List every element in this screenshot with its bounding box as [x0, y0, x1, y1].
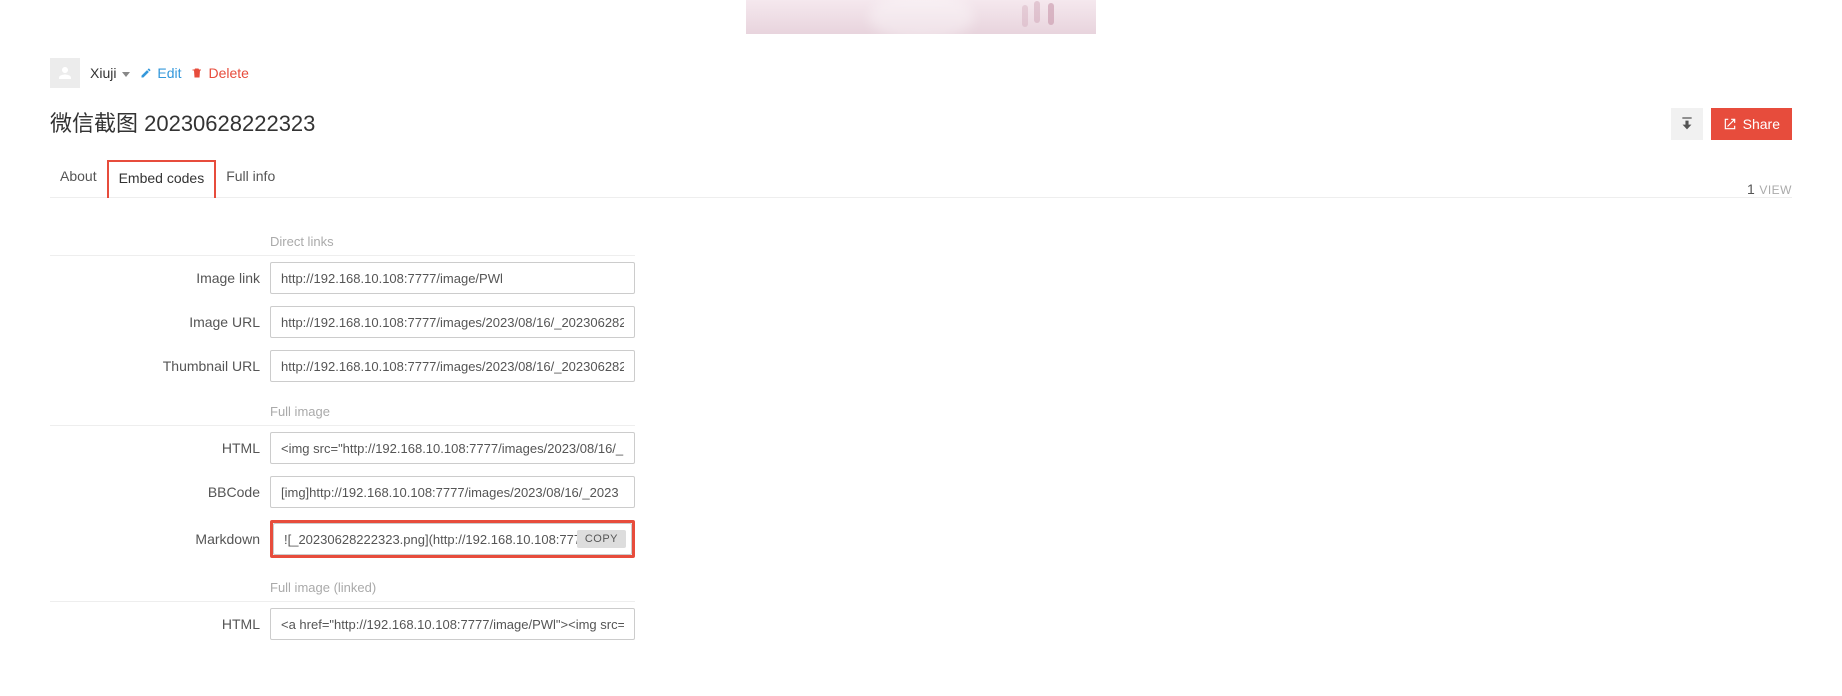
avatar[interactable]	[50, 58, 80, 88]
username-dropdown[interactable]: Xiuji	[90, 65, 130, 81]
download-button[interactable]	[1671, 108, 1703, 140]
tab-embed-codes[interactable]: Embed codes	[107, 160, 217, 198]
page-title: 微信截图 20230628222323	[50, 106, 1792, 138]
label-linked-html: HTML	[50, 616, 260, 632]
label-bbcode: BBCode	[50, 484, 260, 500]
download-icon	[1679, 116, 1695, 132]
trash-icon	[191, 67, 203, 79]
meta-row: Xiuji Edit Delete	[50, 58, 1792, 88]
row-thumbnail-url: Thumbnail URL	[50, 344, 635, 388]
share-label: Share	[1743, 116, 1780, 132]
row-bbcode: BBCode	[50, 470, 635, 514]
embed-area: Direct links Image link Image URL Thumbn…	[50, 228, 635, 646]
tab-full-info[interactable]: Full info	[216, 160, 285, 197]
view-counter: 1 VIEW	[1747, 181, 1792, 197]
edit-label: Edit	[157, 65, 181, 81]
section-full-image-linked: Full image (linked)	[50, 574, 635, 602]
section-direct-links: Direct links	[50, 228, 635, 256]
input-full-html[interactable]	[270, 432, 635, 464]
input-bbcode[interactable]	[270, 476, 635, 508]
view-count: 1	[1747, 181, 1755, 197]
label-image-url: Image URL	[50, 314, 260, 330]
input-image-url[interactable]	[270, 306, 635, 338]
row-image-link: Image link	[50, 256, 635, 300]
username-label: Xiuji	[90, 65, 116, 81]
section-full-image: Full image	[50, 398, 635, 426]
caret-down-icon	[122, 72, 130, 77]
label-thumbnail-url: Thumbnail URL	[50, 358, 260, 374]
label-markdown: Markdown	[50, 531, 260, 547]
label-full-html: HTML	[50, 440, 260, 456]
user-icon	[56, 64, 74, 82]
delete-label: Delete	[208, 65, 248, 81]
tabs-row: About Embed codes Full info 1 VIEW	[50, 160, 1792, 198]
share-icon	[1723, 117, 1737, 131]
row-markdown: Markdown COPY	[50, 514, 635, 564]
label-image-link: Image link	[50, 270, 260, 286]
tabs: About Embed codes Full info	[50, 160, 285, 197]
share-button[interactable]: Share	[1711, 108, 1792, 140]
edit-link[interactable]: Edit	[140, 65, 181, 81]
row-full-html: HTML	[50, 426, 635, 470]
row-image-url: Image URL	[50, 300, 635, 344]
right-actions: Share	[1671, 108, 1792, 140]
view-label: VIEW	[1759, 183, 1792, 197]
copy-button[interactable]: COPY	[577, 530, 626, 548]
row-linked-html: HTML	[50, 602, 635, 646]
input-thumbnail-url[interactable]	[270, 350, 635, 382]
pencil-icon	[140, 67, 152, 79]
delete-link[interactable]: Delete	[191, 65, 248, 81]
input-linked-html[interactable]	[270, 608, 635, 640]
tab-about[interactable]: About	[50, 160, 107, 197]
hero-image	[746, 0, 1096, 34]
input-image-link[interactable]	[270, 262, 635, 294]
